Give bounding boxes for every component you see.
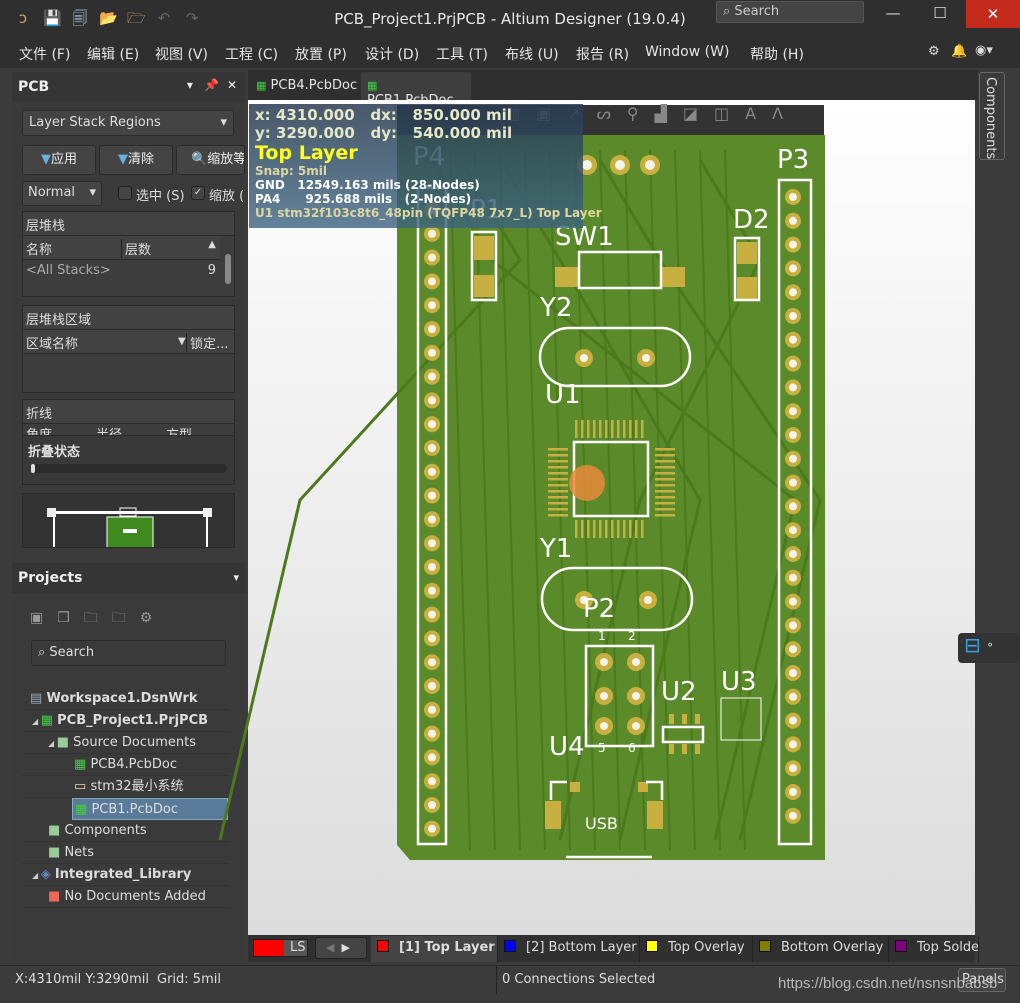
hud-y: 3290.000 <box>276 124 355 142</box>
layer-tab[interactable]: [2] Bottom Layer <box>498 936 640 962</box>
hud-snap: Snap: 5mil <box>255 164 327 178</box>
designator-label: U3 <box>721 667 757 697</box>
designator-label: U2 <box>661 677 697 707</box>
watermark: https://blog.csdn.net/nsnsnbabsb <box>778 975 998 992</box>
designator-label: U4 <box>549 732 585 762</box>
layer-tab[interactable]: [1] Top Layer <box>371 936 498 962</box>
heads-up-display: x: 4310.000 dx: 850.000 mil y: 3290.000 … <box>249 104 602 228</box>
layer-color-swatch <box>895 940 907 952</box>
hud-dx: 850.000 mil <box>412 106 512 124</box>
layer-tab[interactable]: Top Overlay <box>640 936 753 962</box>
pin-label: 6 <box>628 741 636 755</box>
hud-net-gnd: GND 12549.163 mils (28-Nodes) <box>255 178 480 192</box>
hud-component: U1 stm32f103c8t6_48pin (TQFP48 7x7_L) To… <box>255 206 602 220</box>
status-connections: 0 Connections Selected <box>502 972 656 987</box>
pin-label: 2 <box>628 629 636 643</box>
designator-label: D2 <box>733 205 770 235</box>
designator-label: P3 <box>777 145 809 175</box>
layer-color-swatch <box>504 940 516 952</box>
layer-color-swatch <box>759 940 771 952</box>
status-grid: Grid: 5mil <box>157 972 221 987</box>
hud-x: 4310.000 <box>275 106 355 124</box>
snap-indicator-icon[interactable]: ⊟ ° <box>958 633 1020 663</box>
designator-label: USB <box>585 814 618 833</box>
layer-scroll-buttons[interactable]: ◀ ▶ <box>315 937 367 959</box>
status-coords: X:4310mil Y:3290mil <box>15 972 149 987</box>
chevron-right-icon[interactable]: ▶ <box>341 941 349 954</box>
layer-tab[interactable]: Bottom Overlay <box>753 936 889 962</box>
cursor-highlight <box>569 465 605 501</box>
pin-label: 1 <box>598 629 606 643</box>
designator-label: Y1 <box>539 534 572 564</box>
designator-label: P2 <box>583 594 615 624</box>
hud-dy: 540.000 mil <box>412 124 513 142</box>
hud-net-pa4: PA4 925.688 mils (2-Nodes) <box>255 192 472 206</box>
layer-tab[interactable]: Top Solder <box>889 936 979 962</box>
current-layer-swatch <box>254 940 284 956</box>
designator-label: U1 <box>545 380 581 410</box>
designator-label: Y2 <box>539 293 572 323</box>
hud-layer: Top Layer <box>255 142 358 164</box>
chevron-left-icon[interactable]: ◀ <box>326 941 334 954</box>
layer-color-swatch <box>377 940 389 952</box>
pin-label: 5 <box>598 741 606 755</box>
current-layer-indicator[interactable]: LS <box>253 939 308 957</box>
layer-color-swatch <box>646 940 658 952</box>
